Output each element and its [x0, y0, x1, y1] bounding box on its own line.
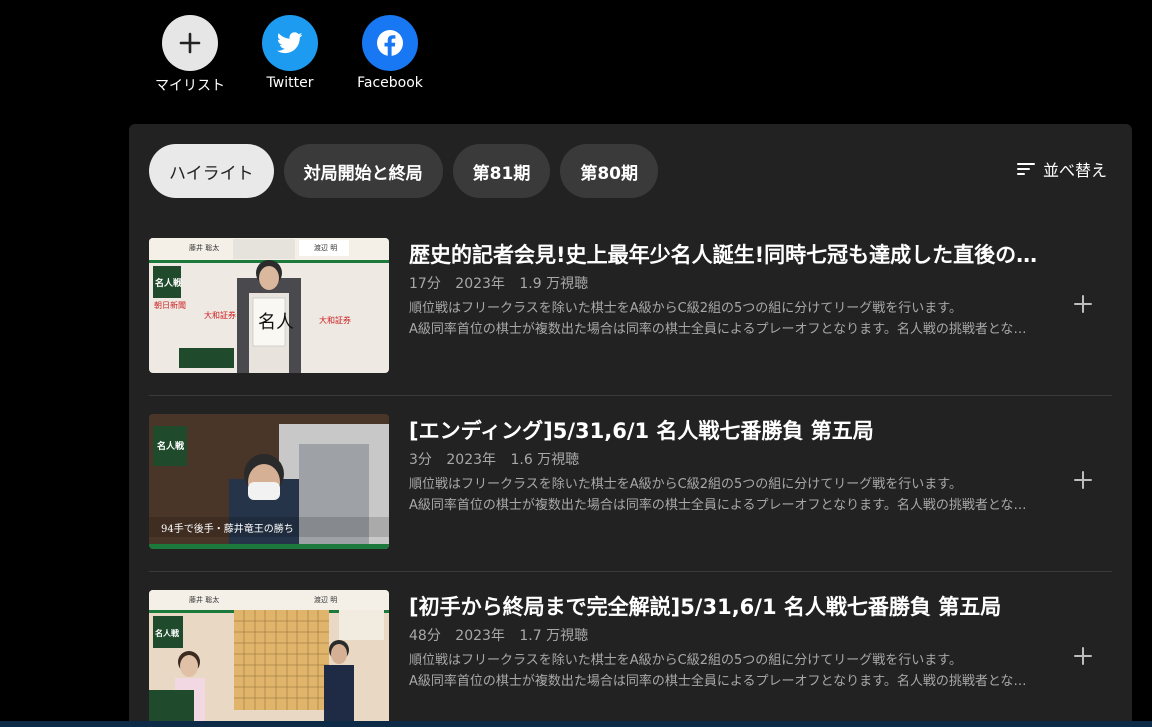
video-info: 歴史的記者会見!史上最年少名人誕生!同時七冠も達成した直後の藤井聡太新名人 17…	[409, 240, 1039, 340]
plus-icon	[162, 15, 218, 71]
thumb-player-right: 渡辺 明	[314, 595, 337, 604]
thumb-player-left: 藤井 聡太	[189, 595, 219, 604]
add-to-mylist-button[interactable]	[1069, 642, 1097, 670]
tab-81st-term[interactable]: 第81期	[452, 144, 551, 198]
video-duration: 48分	[409, 628, 441, 644]
video-meta: 48分 2023年 1.7 万視聴	[409, 626, 1039, 646]
twitter-icon	[262, 15, 318, 71]
video-duration: 3分	[409, 452, 432, 468]
video-views: 1.9 万視聴	[519, 276, 589, 292]
video-description: 順位戦はフリークラスを除いた棋士をA級からC級2組の5つの組に分けてリーグ戦を行…	[409, 653, 1039, 689]
svg-text:大和証券: 大和証券	[204, 310, 236, 320]
plus-icon	[1074, 471, 1092, 489]
twitter-label: Twitter	[266, 75, 314, 91]
mylist-button[interactable]: マイリスト	[140, 15, 240, 95]
video-meta: 3分 2023年 1.6 万視聴	[409, 450, 1039, 470]
twitter-share-button[interactable]: Twitter	[240, 15, 340, 95]
svg-text:朝日新聞: 朝日新聞	[154, 300, 186, 310]
tab-80th-term[interactable]: 第80期	[560, 144, 659, 198]
facebook-share-button[interactable]: Facebook	[340, 15, 440, 95]
add-to-mylist-button[interactable]	[1069, 290, 1097, 318]
category-tabs: ハイライト 対局開始と終局 第81期 第80期	[149, 144, 659, 198]
video-thumbnail[interactable]: 名人戦 94手で後手・藤井竜王の勝ち	[149, 414, 389, 549]
video-year: 2023年	[446, 452, 497, 468]
thumb-badge: 名人戦	[155, 277, 183, 289]
sort-icon	[1016, 163, 1035, 175]
plus-icon	[1074, 647, 1092, 665]
video-thumbnail[interactable]: 藤井 聡太 渡辺 明 名人戦	[149, 590, 389, 725]
share-actions: マイリスト Twitter Facebook	[140, 15, 440, 95]
video-views: 1.6 万視聴	[510, 452, 580, 468]
video-year: 2023年	[455, 276, 505, 292]
video-year: 2023年	[455, 628, 505, 644]
video-list: 藤井 聡太 渡辺 明 名人戦 朝日新聞 大和証券 大和証券 名人 歴史的記者会見…	[149, 220, 1112, 727]
video-info: [初手から終局まで完全解説]5/31,6/1 名人戦七番勝負 第五局 48分 2…	[409, 592, 1039, 692]
video-duration: 17分	[409, 276, 441, 292]
video-title[interactable]: [初手から終局まで完全解説]5/31,6/1 名人戦七番勝負 第五局	[409, 592, 1039, 622]
video-item[interactable]: 名人戦 94手で後手・藤井竜王の勝ち [エンディング]5/31,6/1 名人戦七…	[149, 396, 1112, 572]
thumb-player-left: 藤井 聡太	[189, 243, 219, 252]
video-info: [エンディング]5/31,6/1 名人戦七番勝負 第五局 3分 2023年 1.…	[409, 416, 1039, 516]
thumb-badge: 名人戦	[157, 440, 185, 452]
thumb-player-right: 渡辺 明	[314, 243, 337, 252]
add-to-mylist-button[interactable]	[1069, 466, 1097, 494]
video-list-panel: ハイライト 対局開始と終局 第81期 第80期 並べ替え 藤井 聡太 渡辺 明 …	[129, 124, 1132, 727]
sort-button[interactable]: 並べ替え	[1016, 157, 1107, 181]
facebook-label: Facebook	[357, 75, 423, 91]
video-description: 順位戦はフリークラスを除いた棋士をA級からC級2組の5つの組に分けてリーグ戦を行…	[409, 477, 1039, 513]
video-thumbnail[interactable]: 藤井 聡太 渡辺 明 名人戦 朝日新聞 大和証券 大和証券 名人	[149, 238, 389, 373]
video-title[interactable]: [エンディング]5/31,6/1 名人戦七番勝負 第五局	[409, 416, 1039, 446]
tab-highlight[interactable]: ハイライト	[149, 144, 274, 198]
sort-label: 並べ替え	[1042, 161, 1107, 180]
facebook-icon	[362, 15, 418, 71]
video-meta: 17分 2023年 1.9 万視聴	[409, 274, 1039, 294]
video-views: 1.7 万視聴	[519, 628, 589, 644]
thumb-caption: 94手で後手・藤井竜王の勝ち	[161, 522, 294, 535]
video-item[interactable]: 藤井 聡太 渡辺 明 名人戦 [初手から終局まで完全解説]5/31,6/1 名人…	[149, 572, 1112, 727]
tab-start-and-end[interactable]: 対局開始と終局	[283, 144, 443, 198]
video-description: 順位戦はフリークラスを除いた棋士をA級からC級2組の5つの組に分けてリーグ戦を行…	[409, 301, 1039, 337]
video-title[interactable]: 歴史的記者会見!史上最年少名人誕生!同時七冠も達成した直後の藤井聡太新名人	[409, 240, 1039, 270]
svg-text:大和証券: 大和証券	[319, 315, 351, 325]
video-item[interactable]: 藤井 聡太 渡辺 明 名人戦 朝日新聞 大和証券 大和証券 名人 歴史的記者会見…	[149, 220, 1112, 396]
thumb-badge: 名人戦	[155, 628, 180, 638]
mylist-label: マイリスト	[155, 78, 225, 94]
plus-icon	[1074, 295, 1092, 313]
thumb-board-text: 名人	[258, 312, 294, 333]
bottom-bar	[0, 721, 1152, 727]
